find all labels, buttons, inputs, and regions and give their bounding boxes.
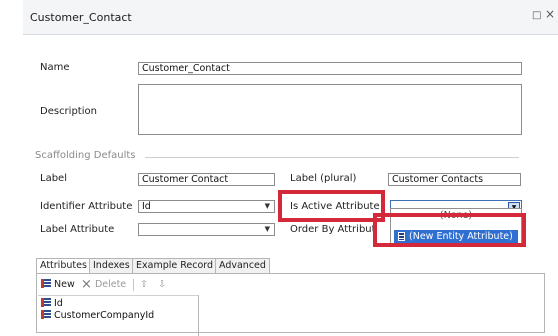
label-field[interactable]: Customer Contact: [138, 173, 275, 186]
window-title: Customer_Contact: [30, 11, 132, 24]
attribute-icon: [41, 310, 51, 319]
list-item-label: CustomerCompanyId: [54, 310, 155, 321]
is-active-dropdown-list: (None) (New Entity Attribute): [390, 208, 522, 245]
dropdown-option-none[interactable]: (None): [391, 210, 521, 221]
dropdown-option-new-entity-attribute[interactable]: (New Entity Attribute): [394, 230, 518, 243]
key-attribute-icon: [41, 298, 51, 307]
tab-attributes[interactable]: Attributes: [36, 258, 91, 274]
arrow-up-icon: ⇧: [140, 279, 148, 290]
name-label: Name: [40, 62, 70, 73]
list-item-label: Id: [54, 298, 63, 309]
chevron-down-icon: ▼: [264, 225, 270, 233]
label-attribute-label: Label Attribute: [40, 224, 115, 235]
section-divider: [145, 157, 519, 158]
is-active-attribute-label: Is Active Attribute: [290, 201, 380, 212]
move-down-button[interactable]: ⇩: [158, 278, 166, 292]
list-item[interactable]: CustomerCompanyId: [41, 310, 154, 321]
tab-advanced[interactable]: Advanced: [215, 258, 270, 273]
new-button-label: New: [54, 279, 75, 290]
tab-example-record[interactable]: Example Record: [132, 258, 218, 273]
attributes-panel: New × Delete ⇧ ⇩ Id CustomerCompanyId: [36, 273, 545, 336]
list-item[interactable]: Id: [41, 298, 63, 309]
delete-icon: ×: [81, 277, 92, 292]
order-by-attribute-label: Order By Attribut: [290, 224, 376, 235]
chevron-down-icon: ▼: [264, 202, 270, 210]
close-icon[interactable]: ×: [545, 8, 555, 20]
label-plural-field[interactable]: Customer Contacts: [388, 173, 521, 186]
title-bar: Customer_Contact □ ×: [23, 0, 558, 35]
entity-editor-window: Customer_Contact □ × Name Customer_Conta…: [23, 0, 558, 336]
toolbar-separator: [133, 279, 134, 291]
identifier-attribute-combo[interactable]: Id ▼: [138, 200, 275, 213]
delete-button[interactable]: × Delete: [81, 278, 126, 292]
name-field[interactable]: Customer_Contact: [138, 62, 522, 75]
dropdown-option-label: (New Entity Attribute): [409, 231, 513, 242]
description-field[interactable]: [138, 84, 522, 135]
label-attribute-combo[interactable]: ▼: [138, 223, 275, 236]
restore-icon[interactable]: □: [532, 10, 541, 22]
identifier-attribute-label: Identifier Attribute: [40, 201, 133, 212]
arrow-down-icon: ⇩: [158, 279, 166, 290]
label-plural-label: Label (plural): [290, 173, 357, 184]
scaffolding-section-title: Scaffolding Defaults: [35, 150, 136, 161]
tab-indexes[interactable]: Indexes: [89, 258, 134, 273]
description-label: Description: [40, 106, 97, 117]
attributes-list[interactable]: Id CustomerCompanyId: [38, 295, 199, 336]
table-icon: [41, 279, 51, 288]
label-label: Label: [40, 173, 67, 184]
delete-button-label: Delete: [94, 279, 127, 290]
identifier-attribute-value: Id: [142, 201, 151, 212]
new-button[interactable]: New: [41, 278, 75, 292]
move-up-button[interactable]: ⇧: [140, 278, 148, 292]
table-icon: [398, 232, 405, 241]
